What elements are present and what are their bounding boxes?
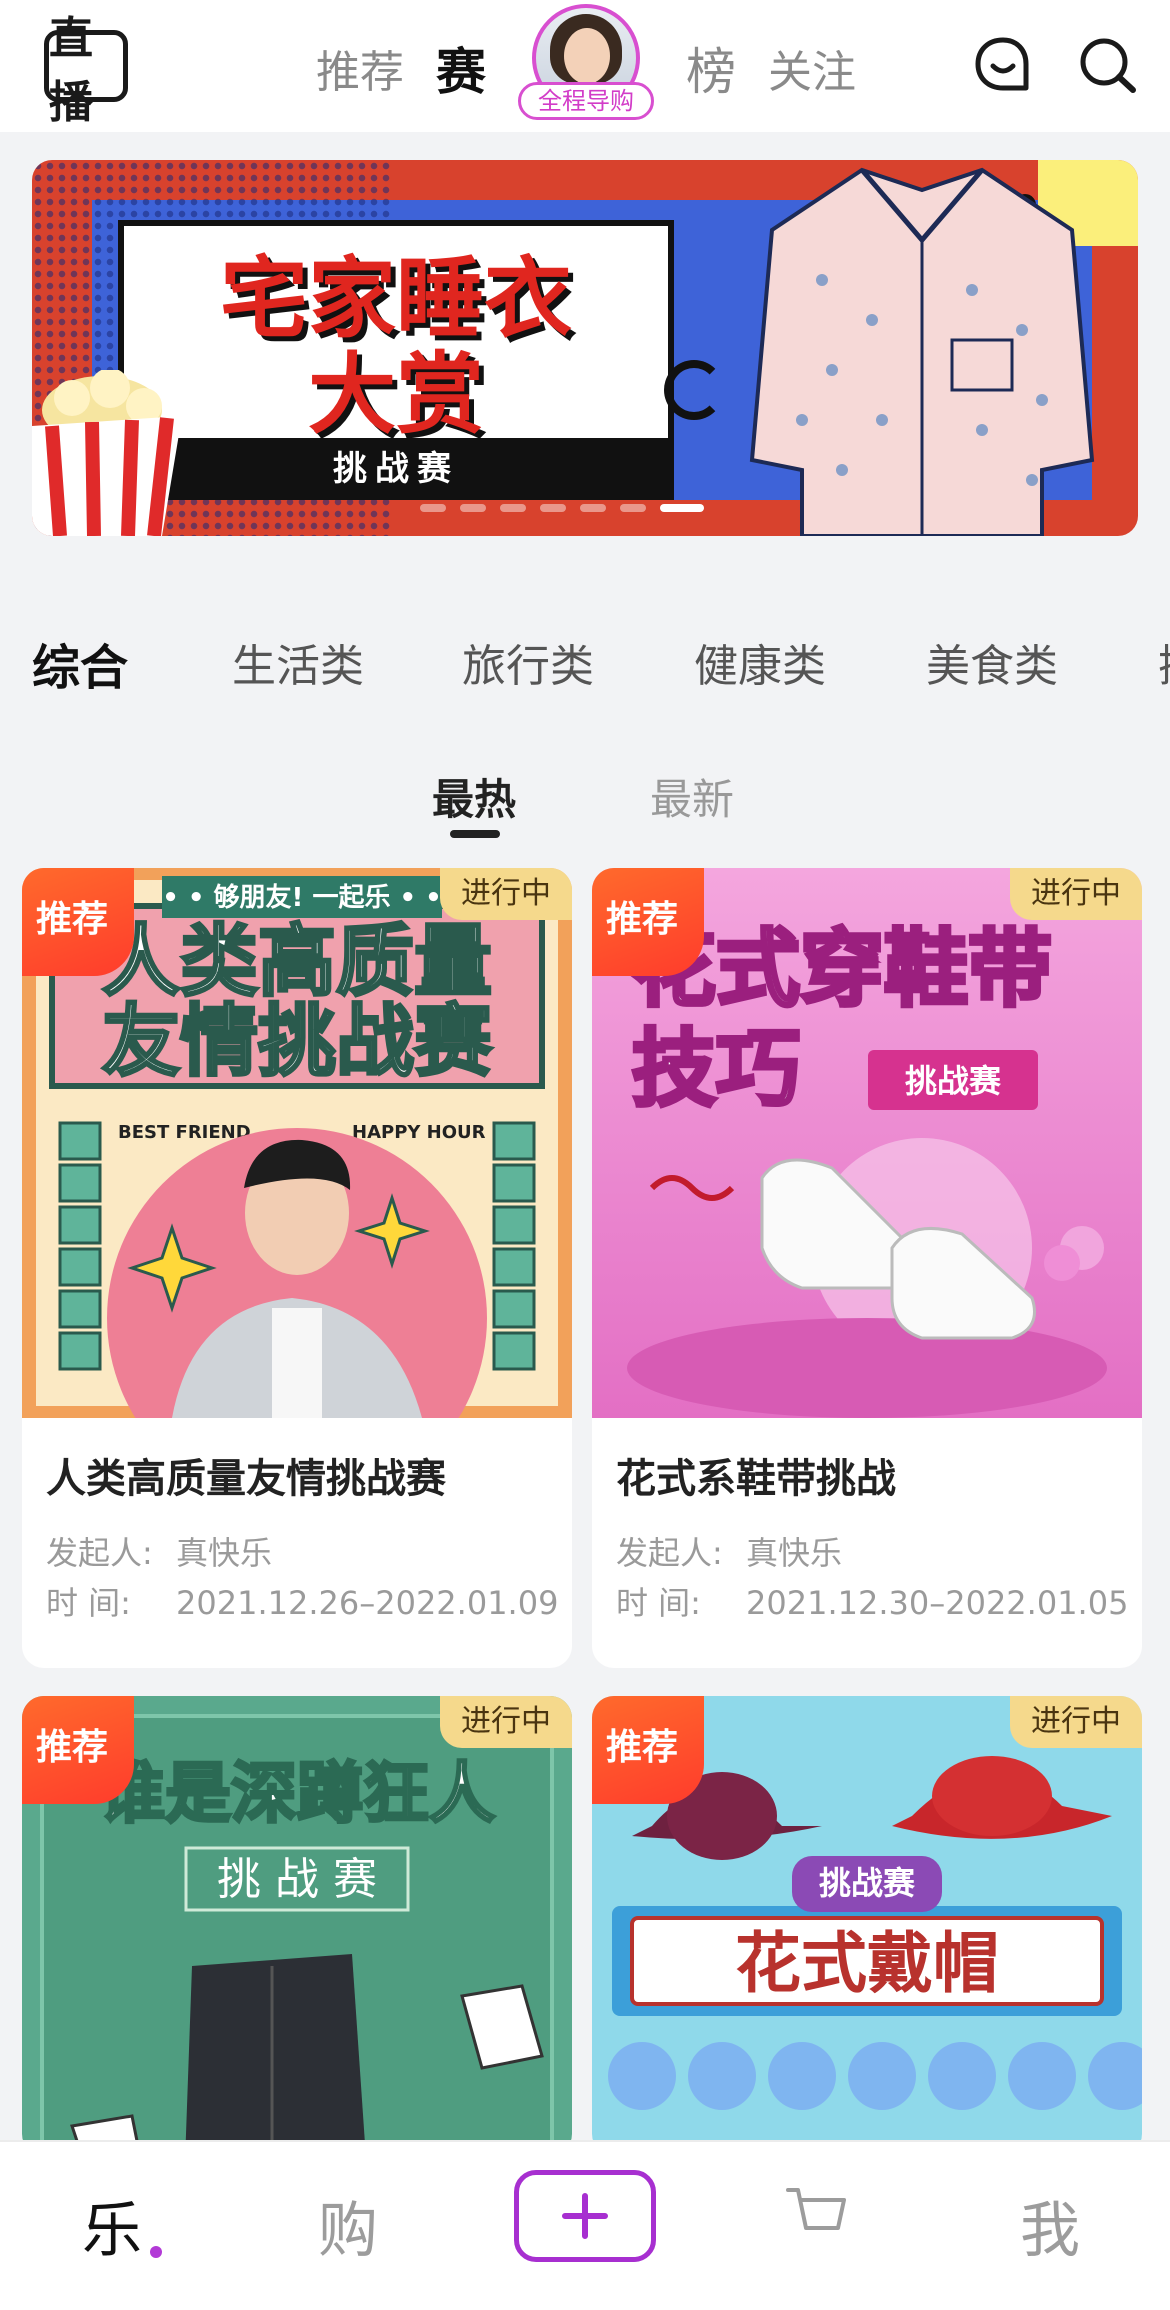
- category-more[interactable]: 操: [1158, 630, 1170, 694]
- card1-art-line1: 人类高质量: [102, 917, 492, 1007]
- status-badge: 进行中: [440, 1696, 572, 1748]
- status-badge: 进行中: [440, 868, 572, 920]
- sort-newest[interactable]: 最新: [650, 766, 734, 827]
- initiator-label: 发起人:: [616, 1534, 723, 1572]
- guide-tag: 全程导购: [518, 82, 654, 120]
- category-all[interactable]: 综合: [32, 630, 128, 698]
- card1-art-line2: 友情挑战赛: [102, 997, 493, 1087]
- card4-art-title: 花式戴帽: [735, 1925, 999, 2002]
- carousel-indicator: [420, 504, 704, 512]
- status-badge: 进行中: [1010, 868, 1142, 920]
- initiator-value: 真快乐: [176, 1534, 273, 1572]
- category-health[interactable]: 健康类: [694, 630, 826, 694]
- initiator-value: 真快乐: [746, 1534, 843, 1572]
- time-label: 时 间:: [46, 1584, 131, 1622]
- create-button[interactable]: [514, 2170, 656, 2262]
- category-travel[interactable]: 旅行类: [462, 630, 594, 694]
- active-dot: [150, 2246, 162, 2258]
- card3-art-line2: 挑 战 赛: [217, 1854, 377, 1905]
- pajama-illustration: [749, 167, 1095, 536]
- tab-follow[interactable]: 关注: [768, 36, 856, 100]
- initiator-label: 发起人:: [46, 1534, 153, 1572]
- status-badge: 进行中: [1010, 1696, 1142, 1748]
- nav-profile[interactable]: 我: [1020, 2182, 1080, 2269]
- time-value: 2021.12.26–2022.01.09: [176, 1584, 559, 1622]
- cart-icon[interactable]: [784, 2184, 850, 2246]
- top-nav: 直播 推荐 赛 全程导购 榜 关注: [0, 0, 1170, 132]
- logo-text: 直播: [49, 13, 93, 128]
- contest-card[interactable]: 挑战赛 花式戴帽 推荐 进行中: [592, 1696, 1142, 2156]
- search-icon[interactable]: [1076, 34, 1138, 96]
- card2-art-line2: 技巧: [632, 1020, 800, 1118]
- card1-topline: • • 够朋友! 一起乐 • •: [162, 883, 442, 913]
- card-time: 时 间: 2021.12.30–2022.01.05: [616, 1578, 1128, 1624]
- plus-icon: [562, 2193, 608, 2239]
- card-title: 花式系鞋带挑战: [616, 1456, 896, 1502]
- card3-art-line1: 谁是深蹲狂人: [99, 1755, 495, 1832]
- card4-ribbon: 挑战赛: [819, 1864, 916, 1902]
- contest-card[interactable]: 谁是深蹲狂人 挑 战 赛 推荐 进行中: [22, 1696, 572, 2156]
- recommend-badge: 推荐: [592, 1696, 704, 1804]
- card2-pill: 挑战赛: [905, 1062, 1002, 1100]
- category-life[interactable]: 生活类: [232, 630, 364, 694]
- card-initiator: 发起人: 真快乐: [616, 1528, 842, 1574]
- card1-tag-right: HAPPY HOUR: [352, 1122, 486, 1143]
- tab-recommend[interactable]: 推荐: [316, 36, 404, 100]
- category-food[interactable]: 美食类: [926, 630, 1058, 694]
- nav-home[interactable]: 乐: [82, 2182, 142, 2269]
- card-title: 人类高质量友情挑战赛: [46, 1456, 446, 1502]
- tab-contest[interactable]: 赛: [436, 32, 486, 104]
- nav-shop[interactable]: 购: [318, 2182, 378, 2269]
- live-logo[interactable]: 直播: [44, 13, 128, 128]
- recommend-badge: 推荐: [22, 1696, 134, 1804]
- decorative-ring: [664, 360, 724, 420]
- time-value: 2021.12.30–2022.01.05: [746, 1584, 1129, 1622]
- category-tabs: 综合 生活类 旅行类 健康类 美食类 操: [0, 630, 1170, 700]
- recommend-badge: 推荐: [22, 868, 134, 976]
- recommend-badge: 推荐: [592, 868, 704, 976]
- contest-card[interactable]: • • 够朋友! 一起乐 • • 人类高质量 友情挑战赛 BEST FRIEND…: [22, 868, 572, 1668]
- hero-banner[interactable]: 宅家睡衣 大赏 挑战赛: [32, 160, 1138, 536]
- sort-hottest[interactable]: 最热: [432, 766, 516, 827]
- popcorn-illustration: [32, 370, 182, 536]
- bottom-nav: 乐 购 我: [0, 2140, 1170, 2310]
- card-time: 时 间: 2021.12.26–2022.01.09: [46, 1578, 558, 1624]
- shopping-guide-avatar[interactable]: 全程导购: [518, 4, 654, 120]
- message-icon[interactable]: [972, 34, 1034, 96]
- time-label: 时 间:: [616, 1584, 701, 1622]
- contest-card[interactable]: 花式穿鞋带 技巧 挑战赛 推荐 进行中 花式系鞋带挑战 发起人: 真快乐 时 间:…: [592, 868, 1142, 1668]
- tab-ranking[interactable]: 榜: [686, 32, 736, 104]
- card1-tag-left: BEST FRIEND: [118, 1122, 251, 1143]
- card-initiator: 发起人: 真快乐: [46, 1528, 272, 1574]
- banner-title-line2: 大赏: [307, 343, 484, 446]
- sort-underline: [450, 830, 500, 838]
